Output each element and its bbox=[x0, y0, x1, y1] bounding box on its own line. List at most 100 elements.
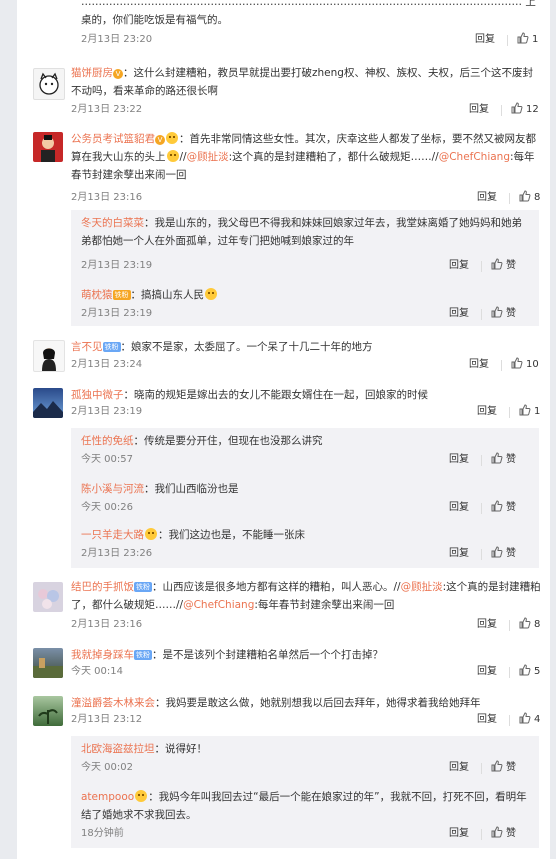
like-button[interactable]: 赞 bbox=[491, 500, 516, 516]
like-button[interactable]: 5 bbox=[519, 664, 540, 680]
reply-thread: 北欧海盗兹拉坦：说得好！ 今天 00:02 回复 赞 atempooo ：我妈今年… bbox=[71, 736, 539, 848]
comment-text: ：我妈今年叫我回去过“最后一个能在娘家过的年”，我就不回，打死不回，看明年结了婚… bbox=[81, 791, 527, 821]
avatar[interactable] bbox=[33, 340, 65, 372]
cat-icon bbox=[39, 72, 59, 95]
scene-icon bbox=[33, 658, 63, 678]
mention-link[interactable]: @ChefChiang bbox=[439, 151, 510, 163]
user-name[interactable]: 萌枕猿 bbox=[81, 289, 113, 301]
comment-text: ：娘家不是家，太委屈了。一个呆了十几二十年的地方 bbox=[120, 341, 373, 353]
thumbs-up-icon bbox=[511, 357, 523, 369]
mention-link[interactable]: @顾扯淡 bbox=[187, 151, 229, 163]
like-label: 赞 bbox=[506, 308, 516, 319]
like-label: 赞 bbox=[506, 762, 516, 773]
reply-button[interactable]: 回复 bbox=[449, 546, 469, 562]
reply-button[interactable]: 回复 bbox=[477, 664, 497, 680]
reply-button[interactable]: 回复 bbox=[469, 357, 489, 373]
reply-button[interactable]: 回复 bbox=[477, 190, 497, 206]
avatar[interactable] bbox=[33, 388, 63, 418]
emoji-icon bbox=[145, 528, 157, 540]
verified-icon: V bbox=[113, 69, 123, 79]
divider bbox=[481, 503, 482, 514]
thumbs-up-icon bbox=[519, 617, 531, 629]
like-button[interactable]: 8 bbox=[519, 617, 540, 633]
comment-text: ：我们山西临汾也是 bbox=[144, 483, 239, 495]
comment-item: 猫饼厨房 V ：这什么封建糟粕，教员早就提出要打破zheng权、神权、族权、夫权，后… bbox=[17, 60, 550, 120]
user-name[interactable]: 一只羊走大路 bbox=[81, 529, 144, 541]
like-count: 5 bbox=[534, 666, 541, 677]
divider bbox=[481, 455, 482, 466]
flower-icon bbox=[38, 589, 59, 609]
reply-button[interactable]: 回复 bbox=[477, 617, 497, 633]
avatar[interactable] bbox=[33, 132, 63, 162]
like-button[interactable]: 赞 bbox=[491, 760, 516, 776]
like-button[interactable]: 1 bbox=[517, 32, 538, 48]
divider bbox=[509, 407, 510, 418]
like-button[interactable]: 4 bbox=[519, 712, 540, 728]
avatar[interactable] bbox=[33, 68, 65, 100]
comment-time: 18分钟前 bbox=[81, 828, 124, 839]
like-button[interactable]: 赞 bbox=[491, 826, 516, 842]
like-button[interactable]: 赞 bbox=[491, 546, 516, 562]
user-name[interactable]: 陈小溪与河流 bbox=[81, 483, 144, 495]
reply-button[interactable]: 回复 bbox=[449, 500, 469, 516]
mention-link[interactable]: @ChefChiang bbox=[183, 599, 254, 611]
like-button[interactable]: 12 bbox=[511, 102, 539, 118]
fan-badge-icon: 铁粉 bbox=[112, 290, 131, 300]
emoji-icon bbox=[135, 790, 148, 802]
like-button[interactable]: 1 bbox=[519, 404, 540, 420]
user-name[interactable]: 潼溢爵荟木林来会 bbox=[71, 697, 155, 709]
like-button[interactable]: 8 bbox=[519, 190, 540, 206]
reply-button[interactable]: 回复 bbox=[475, 32, 495, 48]
mention-link[interactable]: @顾扯淡 bbox=[401, 581, 443, 593]
reply-thread: 任性的免纸：传统是要分开住，但现在也没那么讲究 今天 00:57 回复 赞 陈小… bbox=[71, 428, 539, 568]
comment-time: 2月13日 23:19 bbox=[71, 406, 143, 417]
avatar[interactable] bbox=[33, 696, 63, 726]
comment-text: ：搞搞山东人民 bbox=[130, 289, 205, 301]
like-label: 赞 bbox=[506, 548, 516, 559]
like-button[interactable]: 10 bbox=[511, 357, 539, 373]
reply-button[interactable]: 回复 bbox=[449, 306, 469, 322]
comment-text: ：这什么封建糟粕，教员早就提出要打破zheng权、神权、族权、夫权，后三个这不废… bbox=[71, 67, 533, 97]
user-name[interactable]: 我就掉身踩车 bbox=[71, 649, 134, 661]
comment-time: 2月13日 23:22 bbox=[71, 104, 143, 115]
like-button[interactable]: 赞 bbox=[491, 258, 516, 274]
reply-button[interactable]: 回复 bbox=[477, 712, 497, 728]
avatar-figure-icon bbox=[41, 135, 55, 162]
user-name[interactable]: 孤独中微子 bbox=[71, 389, 124, 401]
user-name[interactable]: 言不见 bbox=[71, 341, 103, 353]
emoji-icon bbox=[205, 288, 217, 300]
comment-time: 2月13日 23:26 bbox=[81, 548, 153, 559]
user-name[interactable]: 北欧海盗兹拉坦 bbox=[81, 743, 155, 755]
divider bbox=[481, 261, 482, 272]
like-button[interactable]: 赞 bbox=[491, 452, 516, 468]
thumbs-up-icon bbox=[491, 452, 503, 464]
thumbs-up-icon bbox=[511, 102, 523, 114]
comment-text: ：传统是要分开住，但现在也没那么讲究 bbox=[133, 435, 323, 447]
reply-button[interactable]: 回复 bbox=[449, 760, 469, 776]
reply-button[interactable]: 回复 bbox=[449, 826, 469, 842]
like-button[interactable]: 赞 bbox=[491, 306, 516, 322]
avatar[interactable] bbox=[33, 648, 63, 678]
comment-panel: …………………………………………………………………………………………………………… bbox=[17, 0, 550, 859]
user-name[interactable]: 猫饼厨房 bbox=[71, 67, 113, 79]
user-name[interactable]: 公务员考试篮貂君 bbox=[71, 133, 155, 145]
comment-time: 2月13日 23:19 bbox=[81, 308, 153, 319]
thumbs-up-icon bbox=[491, 306, 503, 318]
like-count: 10 bbox=[526, 359, 539, 370]
user-name[interactable]: 冬天的白菜菜 bbox=[81, 217, 144, 229]
user-name[interactable]: 任性的免纸 bbox=[81, 435, 134, 447]
divider bbox=[509, 620, 510, 631]
reply-button[interactable]: 回复 bbox=[449, 452, 469, 468]
emoji-icon bbox=[166, 150, 179, 162]
landscape-icon bbox=[33, 401, 63, 418]
comment-text: :这个真的是封建糟粕了，都什么破规矩……// bbox=[228, 151, 439, 163]
user-name[interactable]: atempooo bbox=[81, 791, 134, 803]
comment-text: …………………………………………………………………………………………………………… bbox=[81, 0, 536, 26]
reply-button[interactable]: 回复 bbox=[477, 404, 497, 420]
avatar[interactable] bbox=[33, 582, 63, 612]
comment-item: 公务员考试篮貂君 V ：首先非常同情这些女性。其次，庆幸这些人都发了坐标，要不然又被… bbox=[17, 128, 550, 206]
reply-button[interactable]: 回复 bbox=[469, 102, 489, 118]
reply-button[interactable]: 回复 bbox=[449, 258, 469, 274]
user-name[interactable]: 结巴的手抓饭 bbox=[71, 581, 134, 593]
comment-time: 今天 00:57 bbox=[81, 454, 133, 465]
